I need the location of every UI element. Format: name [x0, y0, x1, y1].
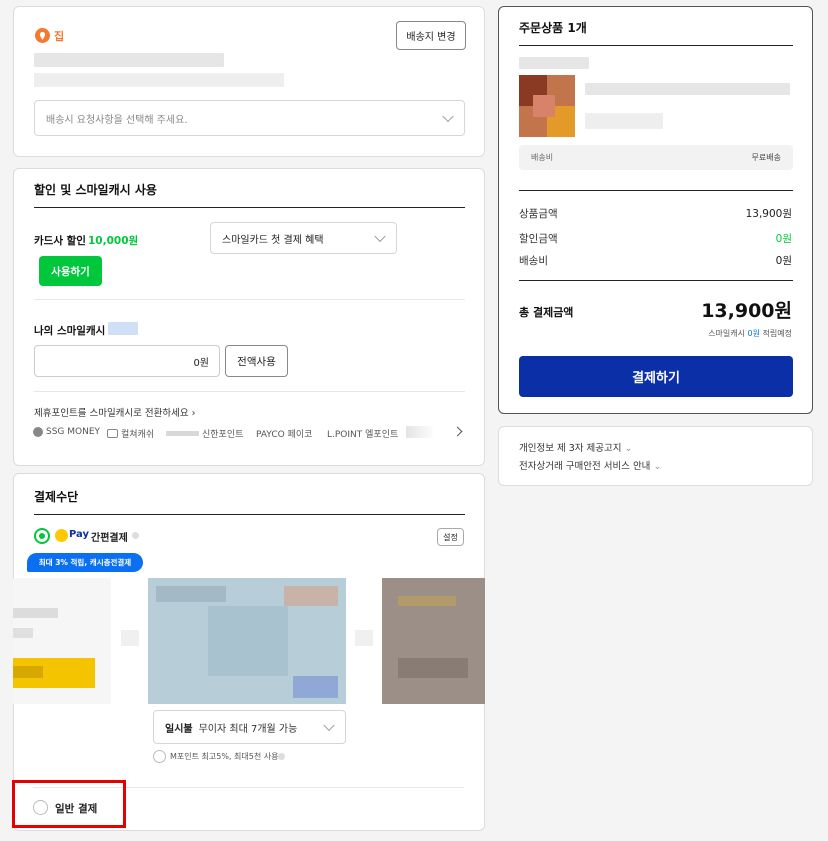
card-discount-amount: 10,000원: [88, 235, 139, 247]
privacy-notice-link[interactable]: 개인정보 제 3자 제공고지 ⌄: [519, 440, 633, 454]
product-name-redacted: [585, 83, 790, 95]
change-address-button[interactable]: 배송지 변경: [396, 21, 466, 50]
shinhan-logo-icon: [166, 431, 199, 436]
section-divider: [519, 45, 793, 46]
card-benefit-select[interactable]: 스마일카드 첫 결제 혜택: [210, 222, 397, 254]
chevron-down-icon: ⌄: [624, 443, 633, 454]
seller-name-redacted: [519, 57, 589, 69]
shipping-label: 배송비: [531, 153, 554, 162]
promo-badge: 최대 3% 적립, 캐시충전결제: [27, 553, 143, 572]
convert-points-text: 제휴포인트를 스마일캐시로 전환하세요: [34, 408, 189, 419]
total-label: 총 결제금액: [519, 306, 574, 319]
safety-service-text: 전자상거래 구매안전 서비스 안내: [519, 461, 651, 472]
section-divider: [34, 514, 465, 515]
use-discount-button[interactable]: 사용하기: [39, 256, 102, 286]
chevron-down-icon: [323, 719, 335, 732]
carousel-dot-icon: [121, 630, 139, 646]
product-thumbnail: [519, 75, 575, 137]
info-icon[interactable]: [132, 532, 139, 539]
delivery-fee: 0원: [775, 255, 792, 267]
payment-section-title: 결제수단: [34, 490, 79, 504]
partner-shinhan[interactable]: 신한포인트: [166, 427, 243, 440]
card-benefit-text: 스마일카드 첫 결제 혜택: [222, 234, 324, 246]
carousel-dot-icon: [355, 630, 373, 646]
card-image-center[interactable]: [148, 578, 346, 704]
cash-reward-value: 0원: [747, 329, 760, 338]
partner-culture-label: 컬쳐캐쉬: [121, 430, 155, 440]
mpoint-note: M포인트 최고5%, 최대5천 사용: [170, 752, 279, 761]
partner-lpoint[interactable]: L.POINT 엘포인트: [327, 427, 398, 440]
address-text-redacted: [34, 73, 284, 87]
cash-reward-prefix: 스마일캐시: [708, 329, 745, 338]
installment-label: 일시불: [165, 723, 193, 735]
use-all-cash-button[interactable]: 전액사용: [225, 345, 288, 377]
installment-select[interactable]: 일시불 무이자 최대 7개월 가능: [153, 710, 346, 744]
shipping-value: 무료배송: [751, 153, 781, 162]
location-pin-icon: [35, 28, 50, 43]
smilecash-label: 나의 스마일캐시: [34, 325, 106, 337]
card-image-left[interactable]: [13, 578, 111, 704]
discount-card: 할인 및 스마일캐시 사용 카드사 할인 10,000원 스마일카드 첫 결제 …: [13, 168, 485, 466]
card-discount-label: 카드사 할인: [34, 235, 86, 247]
settings-button[interactable]: 설정: [437, 528, 464, 546]
discount-amount: 0원: [775, 233, 792, 245]
chevron-down-icon: [442, 110, 454, 123]
product-amount-label: 상품금액: [519, 208, 558, 220]
cash-reward-note: 스마일캐시 0원 적립예정: [708, 328, 792, 339]
discount-amount-label: 할인금액: [519, 233, 558, 245]
section-divider: [519, 280, 793, 281]
smilecash-input-value: 0원: [193, 357, 209, 369]
section-divider: [34, 207, 465, 208]
partner-culture[interactable]: 컬쳐캐쉬: [107, 427, 154, 440]
discount-section-title: 할인 및 스마일캐시 사용: [34, 183, 157, 197]
total-amount: 13,900원: [701, 300, 792, 322]
partner-ssg-label: SSG MONEY: [46, 427, 101, 437]
smilepay-label: Pay: [69, 529, 90, 540]
culture-icon: [107, 429, 118, 438]
partner-payco[interactable]: PAYCO 페이코: [256, 427, 312, 440]
partner-lpoint-label: L.POINT 엘포인트: [327, 430, 399, 440]
address-card: 집 배송지 변경 배송시 요청사항을 선택해 주세요.: [13, 6, 485, 157]
order-summary-card: 주문상품 1개 배송비 무료배송 상품금액 13,900원 할인금액 0원 배송…: [498, 6, 813, 414]
order-title: 주문상품 1개: [519, 21, 587, 35]
safety-service-link[interactable]: 전자상거래 구매안전 서비스 안내 ⌄: [519, 458, 661, 472]
section-divider: [519, 190, 793, 191]
chevron-down-icon: [374, 230, 386, 243]
pay-button[interactable]: 결제하기: [519, 356, 793, 397]
divider: [34, 299, 465, 300]
delivery-request-placeholder: 배송시 요청사항을 선택해 주세요.: [46, 114, 188, 126]
partner-payco-label: PAYCO 페이코: [256, 430, 313, 440]
easy-pay-label: 간편결제: [91, 533, 128, 544]
delivery-fee-label: 배송비: [519, 255, 548, 267]
smilepay-radio-selected[interactable]: [34, 528, 50, 544]
legal-links-card: 개인정보 제 3자 제공고지 ⌄ 전자상거래 구매안전 서비스 안내 ⌄: [498, 426, 813, 486]
shipping-info-box: 배송비 무료배송: [519, 145, 793, 170]
smilepay-logo-icon: [55, 529, 68, 542]
info-icon[interactable]: [278, 753, 285, 760]
partner-ssg[interactable]: SSG MONEY: [33, 427, 100, 437]
convert-points-link[interactable]: 제휴포인트를 스마일캐시로 전환하세요 ›: [34, 405, 195, 419]
recipient-name-redacted: [34, 53, 224, 67]
product-amount: 13,900원: [745, 208, 792, 220]
card-image-right[interactable]: [382, 578, 485, 704]
smilecash-balance-redacted: [108, 322, 138, 335]
partner-shinhan-label: 신한포인트: [202, 430, 244, 440]
mpoint-checkbox[interactable]: [153, 750, 166, 763]
cash-reward-suffix: 적립예정: [762, 329, 792, 338]
installment-note: 무이자 최대 7개월 가능: [198, 723, 298, 735]
privacy-notice-text: 개인정보 제 3자 제공고지: [519, 443, 622, 454]
partner-faded-icon: [406, 426, 436, 438]
chevron-down-icon: ⌄: [653, 461, 662, 472]
address-label: 집: [54, 30, 65, 43]
highlight-box: [12, 780, 126, 828]
divider: [34, 391, 465, 392]
smilecash-input[interactable]: 0원: [34, 345, 220, 377]
ssg-icon: [33, 427, 43, 437]
delivery-request-select[interactable]: 배송시 요청사항을 선택해 주세요.: [34, 100, 465, 136]
product-option-redacted: [585, 113, 663, 129]
